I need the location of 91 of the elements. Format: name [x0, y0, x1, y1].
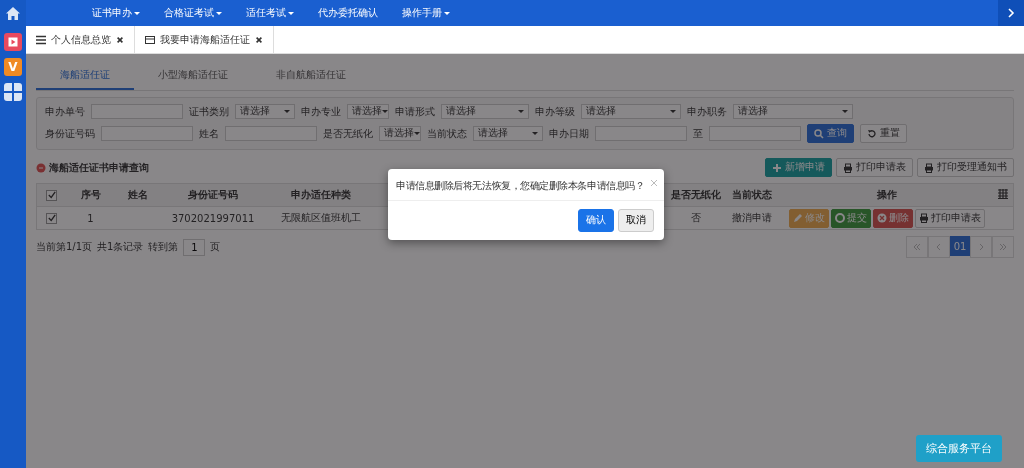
table-cell: 撤消申请	[723, 206, 780, 230]
check-icon	[47, 214, 56, 223]
column-header: 操作	[779, 183, 994, 207]
text-field[interactable]	[101, 126, 193, 141]
last-page-icon	[998, 242, 1008, 252]
sub-tab[interactable]: 海船适任证	[36, 62, 134, 90]
cancel-button[interactable]: 取消	[618, 209, 654, 232]
close-icon	[650, 179, 658, 187]
dialog-message: 申请信息删除后将无法恢复，您确定删除本条申请信息吗？	[396, 179, 645, 192]
printer-icon	[843, 162, 853, 173]
column-header: 身份证号码	[160, 183, 266, 207]
printer-icon	[918, 213, 929, 223]
filter-label: 申办职务	[687, 104, 727, 119]
refresh-icon	[867, 128, 877, 139]
service-platform-button[interactable]: 综合服务平台	[916, 435, 1002, 462]
table-cell: 1	[66, 206, 115, 230]
table-cell: 无限航区值班机工	[265, 206, 376, 230]
filter-label: 申办单号	[45, 104, 85, 119]
filter-label: 申办专业	[301, 104, 341, 119]
select-field[interactable]: 请选择	[235, 104, 295, 119]
delete-button[interactable]: 删除	[872, 208, 913, 228]
text-field[interactable]	[225, 126, 317, 141]
select-all-checkbox[interactable]	[46, 189, 58, 201]
column-header: 姓名	[114, 183, 161, 207]
filter-label: 是否无纸化	[323, 126, 373, 141]
check-icon	[47, 191, 56, 200]
page-suffix: 页	[210, 240, 221, 254]
add-button[interactable]: 新增申请	[765, 158, 832, 177]
filter-label: 姓名	[199, 126, 219, 141]
column-header: 序号	[66, 183, 115, 207]
print-button[interactable]: 打印申请表	[836, 158, 913, 177]
goto-label: 转到第	[148, 240, 179, 254]
select-field[interactable]: 请选择	[441, 104, 529, 119]
submit-button[interactable]: 提交	[830, 208, 871, 228]
plus-icon	[772, 162, 782, 173]
nav-menu-item[interactable]: 代办委托确认	[306, 6, 390, 20]
nav-menu-item[interactable]: 证书申办	[80, 6, 152, 20]
select-field[interactable]: 请选择	[733, 104, 853, 119]
app-logo[interactable]: V	[4, 58, 22, 76]
range-separator: 至	[693, 126, 703, 141]
nav-menu-item[interactable]: 合格证考试	[152, 6, 234, 20]
column-header: 当前状态	[723, 183, 780, 207]
record-icon	[36, 162, 46, 173]
filter-label: 当前状态	[427, 126, 467, 141]
sub-tab[interactable]: 小型海船适任证	[134, 62, 252, 90]
filter-label: 申请形式	[395, 104, 435, 119]
select-field[interactable]: 请选择	[379, 126, 421, 141]
nav-menu-item[interactable]: 适任考试	[234, 6, 306, 20]
row-checkbox[interactable]	[46, 212, 58, 224]
circle-icon	[834, 213, 845, 223]
date-field[interactable]	[709, 126, 801, 141]
search-icon	[814, 128, 824, 139]
confirm-button[interactable]: 确认	[578, 209, 614, 232]
first-page-icon	[912, 242, 922, 252]
section-title: 海船适任证书申请查询	[49, 160, 149, 175]
text-field[interactable]	[91, 104, 183, 119]
reset-button[interactable]: 重置	[860, 124, 907, 143]
pencil-icon	[792, 213, 803, 223]
search-button[interactable]: 查询	[807, 124, 854, 143]
video-app-icon[interactable]	[4, 33, 22, 51]
close-icon	[255, 35, 263, 44]
chevron-right-icon	[1006, 8, 1016, 18]
list-icon	[36, 34, 46, 45]
print-button[interactable]: 打印受理通知书	[917, 158, 1014, 177]
table-cell: 否	[667, 206, 724, 230]
page-info: 当前第1/1页	[36, 240, 93, 254]
page-tab[interactable]: 我要申请海船适任证	[134, 26, 274, 53]
filter-label: 身份证号码	[45, 126, 95, 141]
card-icon	[145, 34, 155, 45]
select-field[interactable]: 请选择	[581, 104, 681, 119]
record-count: 共1条记录	[97, 240, 144, 254]
grid-icon[interactable]	[4, 83, 22, 101]
date-field[interactable]	[595, 126, 687, 141]
table-cell: 3702021997011	[160, 206, 266, 230]
select-field[interactable]: 请选择	[473, 126, 543, 141]
select-field[interactable]: 请选择	[347, 104, 389, 119]
filter-label: 证书类别	[189, 104, 229, 119]
sub-tab[interactable]: 非自航船适任证	[252, 62, 370, 90]
page-number-field[interactable]: 1	[183, 238, 206, 256]
column-header: 是否无纸化	[667, 183, 724, 207]
print-button[interactable]: 打印申请表	[914, 208, 985, 228]
column-header: 申办适任种类	[265, 183, 376, 207]
filter-label: 申办日期	[549, 126, 589, 141]
printer-icon	[924, 162, 934, 173]
columns-icon	[998, 189, 1009, 199]
close-icon	[116, 35, 124, 44]
nav-menu-item[interactable]: 操作手册	[390, 6, 462, 20]
page-button[interactable]: 01	[950, 236, 970, 256]
remove-icon	[876, 213, 887, 223]
home-icon	[5, 5, 21, 21]
filter-label: 申办等级	[535, 104, 575, 119]
